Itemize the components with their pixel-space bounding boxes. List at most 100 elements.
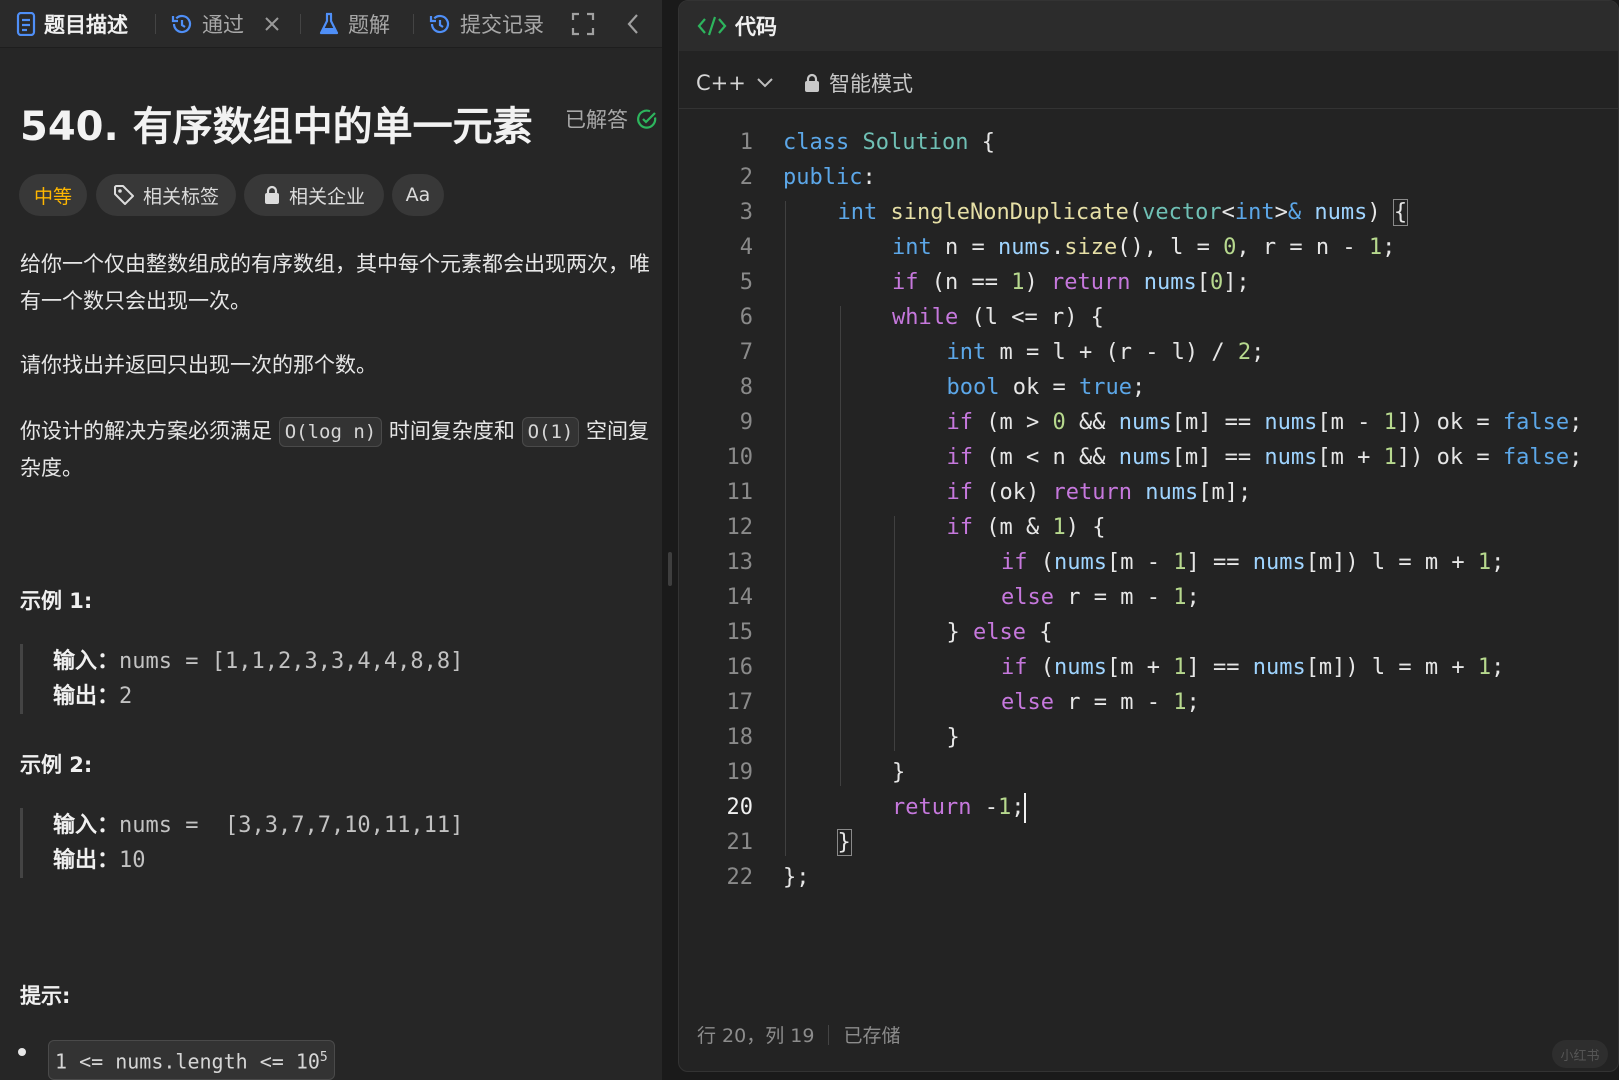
code-text: if (n == 1) return nums[0]; bbox=[892, 270, 1250, 295]
code-text: if (nums[m + 1] == nums[m]) l = m + 1; bbox=[1001, 655, 1505, 680]
tab-description-label: 题目描述 bbox=[44, 13, 128, 37]
code-editor[interactable]: 1 class Solution {2 public: 3 int singleNonD… bbox=[679, 125, 1618, 925]
code-line[interactable]: 19} bbox=[679, 755, 1618, 790]
input-value: nums = [1,1,2,3,3,4,4,8,8] bbox=[119, 649, 464, 674]
line-number: 18 bbox=[726, 725, 754, 750]
code-line[interactable]: 20 return -1; bbox=[679, 790, 1618, 825]
code-line[interactable]: 3 int singleNonDuplicate(vector<int>& num… bbox=[679, 195, 1618, 230]
code-text: } bbox=[836, 829, 852, 856]
code-text: int n = nums.size(), l = 0, r = n - 1; bbox=[892, 235, 1396, 260]
status-separator bbox=[828, 1024, 830, 1045]
output-label: 输出： bbox=[53, 684, 120, 709]
chevron-left-icon bbox=[627, 14, 638, 34]
code-line[interactable]: 14 else r = m - 1; bbox=[679, 580, 1618, 615]
line-number: 5 bbox=[739, 270, 753, 295]
fullscreen-icon bbox=[571, 12, 595, 36]
line-number: 17 bbox=[726, 690, 754, 715]
code-text: while (l <= r) { bbox=[892, 305, 1104, 330]
code-line[interactable]: 15} else { bbox=[679, 615, 1618, 650]
difficulty-badge: 中等 bbox=[19, 174, 87, 216]
description-paragraph: 给你一个仅由整数组成的有序数组，其中每个元素都会出现两次，唯有一个数只会出现一次… bbox=[20, 252, 650, 313]
tab-submissions-label: 提交记录 bbox=[460, 13, 544, 37]
related-companies-label: 相关企业 bbox=[288, 185, 365, 208]
code-line[interactable]: 10 if (m < n && nums[m] == nums[m + 1]) o… bbox=[679, 440, 1618, 475]
code-line[interactable]: 5 if (n == 1) return nums[0]; bbox=[679, 265, 1618, 300]
code-text: }; bbox=[783, 865, 810, 890]
code-line[interactable]: 21} bbox=[679, 825, 1618, 860]
line-number: 11 bbox=[726, 480, 754, 505]
tab-separator bbox=[300, 14, 301, 34]
line-number: 7 bbox=[739, 340, 753, 365]
related-tags-label: 相关标签 bbox=[142, 185, 219, 208]
tag-icon bbox=[113, 185, 134, 205]
line-number: 12 bbox=[726, 515, 754, 540]
tab-submissions[interactable]: 提交记录 bbox=[428, 0, 544, 48]
fullscreen-button[interactable] bbox=[570, 0, 596, 48]
font-size-label: Aa bbox=[405, 184, 431, 206]
code-line[interactable]: 11 if (ok) return nums[m]; bbox=[679, 475, 1618, 510]
hints-title: 提示: bbox=[20, 984, 71, 1008]
related-companies-button[interactable]: 相关企业 bbox=[244, 174, 384, 216]
code-toolbar: C++ 智能模式 bbox=[679, 57, 1618, 109]
code-line[interactable]: 18} bbox=[679, 720, 1618, 755]
doc-icon bbox=[16, 12, 36, 36]
code-line[interactable]: 4 int n = nums.size(), l = 0, r = n - 1; bbox=[679, 230, 1618, 265]
inline-code: O(1) bbox=[521, 417, 580, 447]
line-number: 19 bbox=[726, 760, 754, 785]
tab-separator bbox=[155, 14, 156, 34]
line-number: 21 bbox=[726, 830, 754, 855]
code-text: int m = l + (r - l) / 2; bbox=[946, 340, 1265, 365]
language-select[interactable]: C++ bbox=[696, 57, 774, 109]
tab-solutions-label: 题解 bbox=[348, 13, 390, 37]
code-text: if (m & 1) { bbox=[946, 515, 1106, 540]
hint-exponent: 5 bbox=[319, 1050, 328, 1065]
indent-guide bbox=[839, 306, 841, 786]
resize-handle[interactable] bbox=[668, 552, 672, 586]
tab-description[interactable]: 题目描述 bbox=[16, 0, 128, 48]
code-line[interactable]: 7 int m = l + (r - l) / 2; bbox=[679, 335, 1618, 370]
example-title: 示例 2: bbox=[20, 753, 93, 777]
related-tags-button[interactable]: 相关标签 bbox=[96, 174, 236, 216]
tab-result[interactable]: 通过 bbox=[170, 0, 282, 48]
check-circle-icon bbox=[637, 109, 657, 129]
code-line[interactable]: 12 if (m & 1) { bbox=[679, 510, 1618, 545]
problem-title: 540. 有序数组中的单一元素 bbox=[20, 104, 533, 150]
lock-icon bbox=[805, 73, 819, 92]
smart-mode-toggle[interactable]: 智能模式 bbox=[804, 57, 913, 109]
line-number: 8 bbox=[739, 375, 753, 400]
line-number: 3 bbox=[739, 200, 753, 225]
left-tab-bar: 题目描述 通过 题解 提交记录 bbox=[0, 0, 662, 48]
output-label: 输出： bbox=[53, 848, 120, 873]
collapse-button[interactable] bbox=[622, 0, 644, 48]
code-line[interactable]: 2 public: bbox=[679, 160, 1618, 195]
smart-mode-label: 智能模式 bbox=[829, 72, 913, 96]
example-input: 输入：nums = [3,3,7,7,10,11,11] bbox=[53, 808, 620, 843]
line-number: 2 bbox=[739, 165, 753, 190]
solved-label: 已解答 bbox=[565, 108, 628, 132]
code-line[interactable]: 16 if (nums[m + 1] == nums[m]) l = m + 1; bbox=[679, 650, 1618, 685]
font-size-button[interactable]: Aa bbox=[392, 174, 444, 216]
input-label: 输入： bbox=[53, 813, 120, 838]
code-line[interactable]: 13 if (nums[m - 1] == nums[m]) l = m + 1; bbox=[679, 545, 1618, 580]
output-value: 10 bbox=[119, 848, 146, 873]
history-icon bbox=[171, 14, 192, 34]
code-line[interactable]: 22}; bbox=[679, 860, 1618, 895]
code-panel-header: 代码 bbox=[679, 1, 1618, 51]
code-line[interactable]: 1 class Solution { bbox=[679, 125, 1618, 160]
line-number: 13 bbox=[726, 550, 754, 575]
code-line[interactable]: 9 if (m > 0 && nums[m] == nums[m - 1]) ok… bbox=[679, 405, 1618, 440]
line-number: 15 bbox=[726, 620, 754, 645]
tab-solutions[interactable]: 题解 bbox=[318, 0, 390, 48]
close-icon[interactable] bbox=[262, 14, 282, 34]
cursor-position: 行 20，列 19 bbox=[697, 1025, 815, 1047]
inline-code: O(log n) bbox=[278, 417, 383, 447]
code-line[interactable]: 6 while (l <= r) { bbox=[679, 300, 1618, 335]
code-text: if (m > 0 && nums[m] == nums[m - 1]) ok … bbox=[946, 410, 1583, 435]
code-text: bool ok = true; bbox=[946, 375, 1146, 400]
code-text: if (m < n && nums[m] == nums[m + 1]) ok … bbox=[946, 445, 1583, 470]
panel-divider[interactable] bbox=[662, 0, 678, 1080]
hint-constraint: 1 <= nums.length <= 105 bbox=[48, 1040, 335, 1080]
text-cursor bbox=[1024, 793, 1027, 823]
code-line[interactable]: 17 else r = m - 1; bbox=[679, 685, 1618, 720]
code-line[interactable]: 8 bool ok = true; bbox=[679, 370, 1618, 405]
